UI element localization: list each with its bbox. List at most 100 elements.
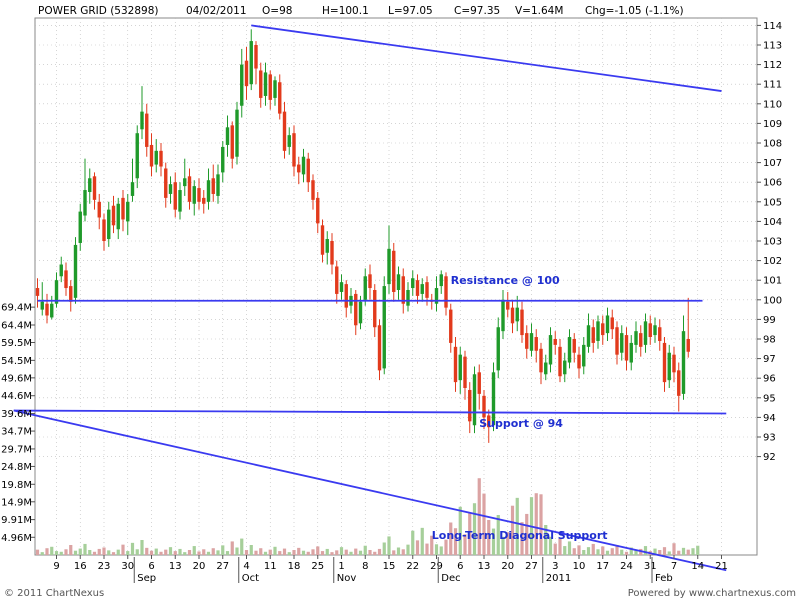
candle-body	[415, 280, 420, 296]
volume-bar	[534, 493, 538, 555]
volume-bar	[373, 551, 377, 555]
volume-bar	[278, 551, 282, 555]
candle-body	[197, 188, 201, 202]
volume-bar	[444, 539, 448, 555]
price-tick-label: 101	[763, 276, 782, 287]
price-tick-label: 96	[763, 374, 776, 385]
price-tick-label: 94	[763, 413, 776, 424]
volume-bar	[102, 547, 106, 555]
volume-bar	[354, 548, 358, 555]
volume-bar	[135, 549, 139, 555]
candle-body	[406, 290, 410, 306]
volume-bar	[387, 536, 391, 555]
candle-body	[316, 197, 320, 224]
candle-body	[525, 333, 529, 349]
date-tick-label: 7	[671, 561, 677, 572]
volume-bar	[624, 551, 629, 555]
volume-bar	[515, 497, 519, 555]
candle-body	[482, 395, 486, 418]
date-tick-label: 16	[74, 561, 87, 572]
candle-body	[425, 282, 429, 298]
volume-bar	[601, 546, 605, 555]
volume-bar	[572, 548, 576, 555]
header-open: O=98	[262, 5, 292, 17]
volume-tick-label: 29.7M	[1, 444, 32, 455]
volume-bar	[78, 548, 82, 555]
candle-body	[658, 327, 662, 341]
candle-body	[558, 346, 562, 377]
volume-bar	[273, 546, 277, 555]
price-tick-label: 92	[763, 452, 776, 463]
volume-tick-label: 69.4M	[1, 303, 32, 314]
candle-body	[83, 190, 87, 216]
candle-body	[240, 64, 244, 106]
price-tick-label: 110	[763, 99, 782, 110]
date-tick-label: 22	[406, 561, 419, 572]
date-tick-label: 20	[193, 561, 206, 572]
candle-body	[553, 339, 557, 345]
volume-bar	[292, 550, 296, 555]
volume-bar	[259, 548, 263, 555]
candle-body	[643, 321, 648, 345]
candle-body	[244, 60, 249, 87]
candle-body	[121, 197, 125, 220]
volume-bar	[145, 547, 149, 555]
candle-body	[45, 303, 49, 316]
annotation-support: Support @ 94	[479, 417, 563, 430]
header-close: C=97.35	[454, 5, 500, 17]
candle-body	[216, 174, 220, 196]
volume-bar	[311, 549, 315, 555]
candle-body	[463, 356, 467, 388]
candle-body	[339, 282, 344, 292]
volume-bar	[287, 552, 291, 555]
header-high: H=100.1	[322, 5, 369, 17]
candle-body	[634, 331, 638, 345]
candle-body	[387, 248, 391, 285]
candle-body	[111, 205, 116, 226]
candle-body	[325, 239, 329, 253]
candle-body	[411, 278, 415, 289]
candle-body	[572, 339, 576, 353]
candle-body	[35, 288, 40, 296]
date-tick-label: 9	[53, 561, 59, 572]
price-tick-label: 105	[763, 197, 782, 208]
candle-body	[515, 307, 519, 322]
volume-bar	[686, 549, 690, 555]
volume-bar	[187, 550, 192, 555]
candle-body	[301, 156, 306, 175]
candle-body	[154, 150, 158, 165]
date-tick-label: 11	[264, 561, 277, 572]
candle-body	[681, 331, 686, 394]
volume-bar	[401, 549, 405, 555]
volume-bar	[178, 548, 182, 555]
volume-tick-label: 4.96M	[1, 533, 32, 544]
candle-body	[287, 135, 291, 147]
date-tick-label: 20	[501, 561, 514, 572]
candle-body	[396, 274, 401, 290]
volume-bar	[406, 544, 410, 555]
date-tick-label: 18	[288, 561, 301, 572]
candle-body	[401, 276, 405, 304]
candle-body	[249, 41, 253, 85]
volume-bar	[577, 545, 581, 555]
candle-body	[567, 337, 572, 363]
volume-bar	[97, 548, 101, 555]
candle-body	[534, 337, 538, 351]
volume-bar	[358, 550, 363, 555]
volume-bar	[69, 545, 73, 555]
volume-bar	[107, 550, 111, 555]
date-tick-label: 25	[311, 561, 324, 572]
month-label: Dec	[441, 573, 460, 584]
date-tick-label: 6	[457, 561, 463, 572]
price-tick-label: 98	[763, 335, 776, 346]
volume-bar	[677, 550, 681, 555]
volume-bar	[240, 538, 244, 555]
volume-bar	[83, 543, 87, 555]
candle-body	[192, 186, 196, 204]
candle-body	[330, 241, 334, 265]
price-tick-label: 113	[763, 41, 782, 52]
date-axis: 9 16 23 30 6 13 20 27 4 11 18 25 1 8 15 22 29 6 13 20 27 3 10 1…	[53, 555, 728, 584]
candle-body	[586, 325, 591, 347]
price-tick-label: 111	[763, 80, 782, 91]
candle-body	[520, 309, 524, 336]
